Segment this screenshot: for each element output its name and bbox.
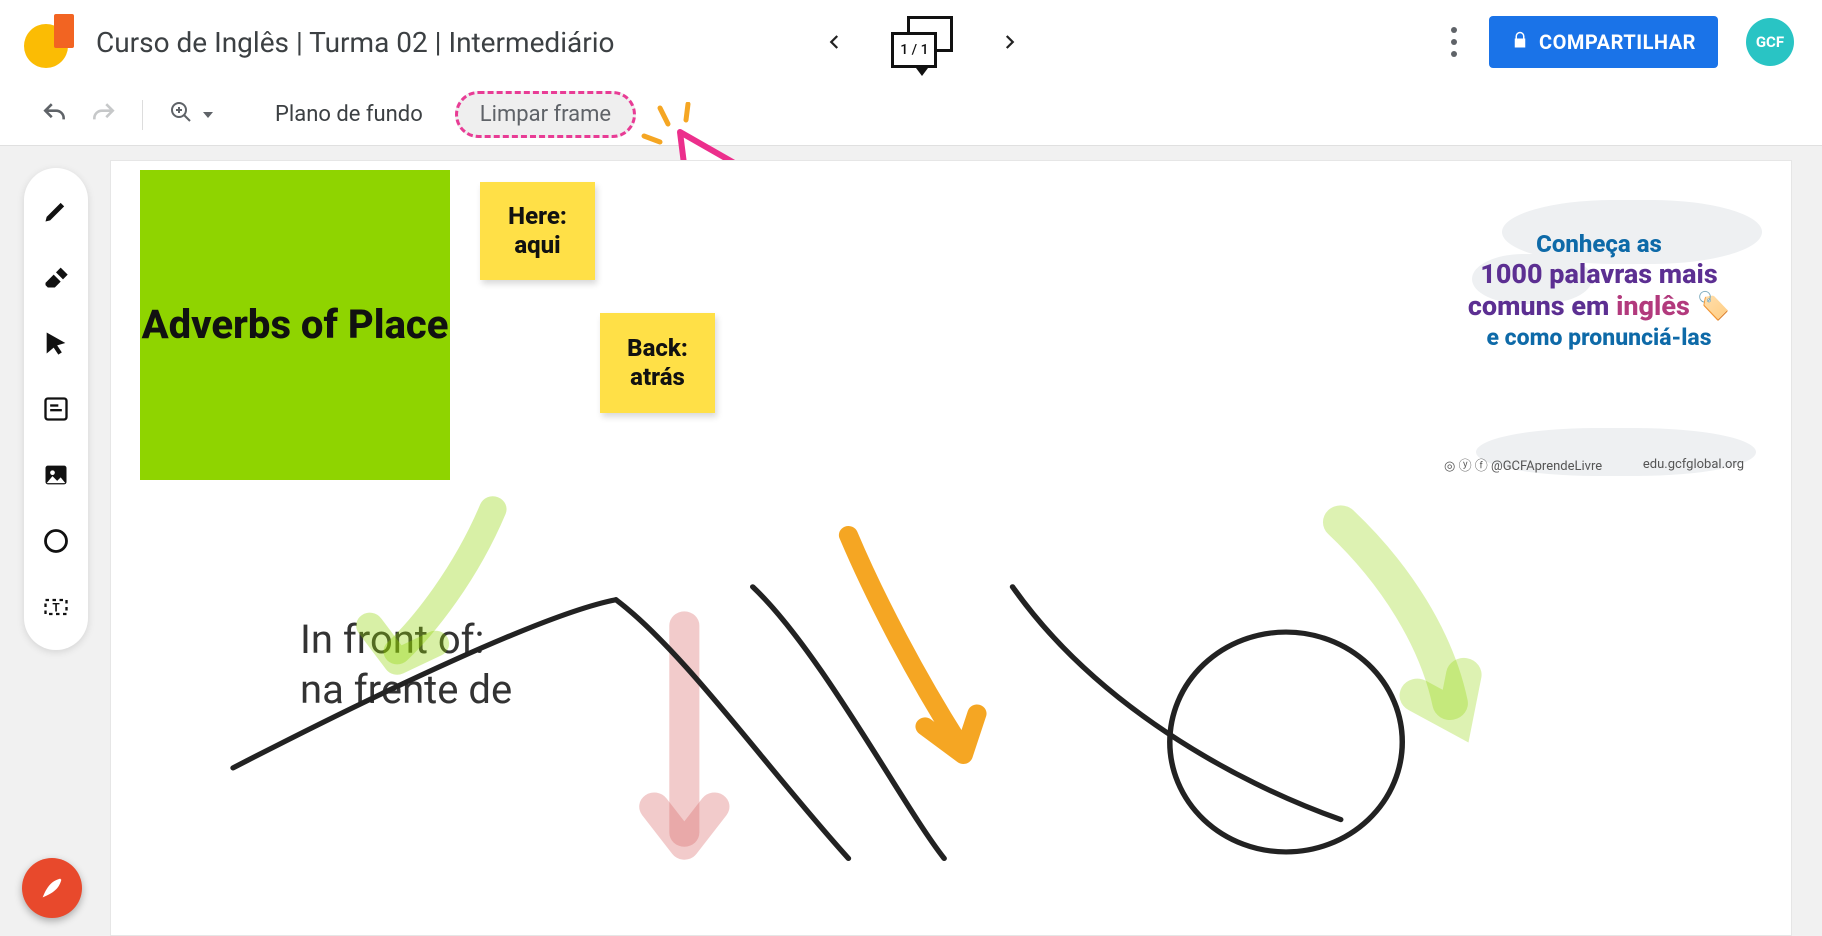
toolbar-separator [142,100,143,130]
share-button-label: COMPARTILHAR [1539,30,1696,54]
sticky-text: Here: aqui [508,202,567,260]
clear-frame-highlight: Limpar frame [455,91,636,138]
poster-line: 1000 palavras mais [1444,258,1754,290]
eraser-tool[interactable] [41,262,71,292]
shape-tool[interactable] [41,526,71,556]
title-card-text: Adverbs of Place [142,299,449,351]
main-area: T Adverbs of Place Here: aqui Back: atrá… [0,146,1822,936]
avatar-text: GCF [1756,33,1784,51]
chevron-down-icon [916,68,928,76]
poster-line: Conheça as [1444,230,1754,258]
redo-button[interactable] [90,102,116,128]
prev-frame-button[interactable] [825,32,845,52]
next-frame-button[interactable] [999,32,1019,52]
svg-text:T: T [52,602,59,615]
toolbar: Plano de fundo Limpar frame [0,84,1822,146]
poster-footer: ◎ ⓨ ⓕ @GCFAprendeLivre edu.gcfglobal.org [1444,455,1744,474]
zoom-in-icon [169,100,193,130]
image-tool[interactable] [41,460,71,490]
frame-navigation: 1 / 1 [825,14,1019,70]
chevron-down-icon [203,112,213,118]
clear-frame-button[interactable]: Limpar frame [470,96,621,133]
laser-tool[interactable] [22,858,82,918]
select-tool[interactable] [41,328,71,358]
header-actions: COMPARTILHAR GCF [1441,16,1794,68]
text-content: In front of: na frente de [300,616,512,713]
app-logo [24,16,76,68]
poster-line: e como pronunciá-las [1444,324,1754,351]
tool-rail-area: T [0,146,110,936]
document-title[interactable]: Curso de Inglês | Turma 02 | Intermediár… [96,26,615,59]
sticky-note-tool[interactable] [41,394,71,424]
more-menu-button[interactable] [1441,17,1461,67]
app-header: Curso de Inglês | Turma 02 | Intermediár… [0,0,1822,84]
zoom-control[interactable] [169,100,213,130]
textbox-tool[interactable]: T [41,592,71,622]
undo-button[interactable] [42,102,68,128]
sticky-note-here[interactable]: Here: aqui [480,182,595,280]
sticky-text: Back: atrás [627,334,688,392]
whiteboard-canvas[interactable]: Adverbs of Place Here: aqui Back: atrás … [110,160,1792,936]
lock-icon [1511,30,1529,54]
poster-line: comuns em inglês 🏷️ [1444,290,1754,322]
frame-indicator[interactable]: 1 / 1 [887,14,957,70]
sticky-note-back[interactable]: Back: atrás [600,313,715,413]
share-button[interactable]: COMPARTILHAR [1489,16,1718,68]
frame-count: 1 / 1 [891,32,937,68]
title-card[interactable]: Adverbs of Place [140,170,450,480]
tool-rail: T [24,168,88,650]
poster-image[interactable]: Conheça as 1000 palavras mais comuns em … [1444,230,1754,351]
background-button[interactable]: Plano de fundo [265,96,433,133]
avatar[interactable]: GCF [1746,18,1794,66]
text-in-front-of[interactable]: In front of: na frente de [300,615,512,715]
canvas-viewport[interactable]: Adverbs of Place Here: aqui Back: atrás … [110,146,1822,936]
pen-tool[interactable] [41,196,71,226]
